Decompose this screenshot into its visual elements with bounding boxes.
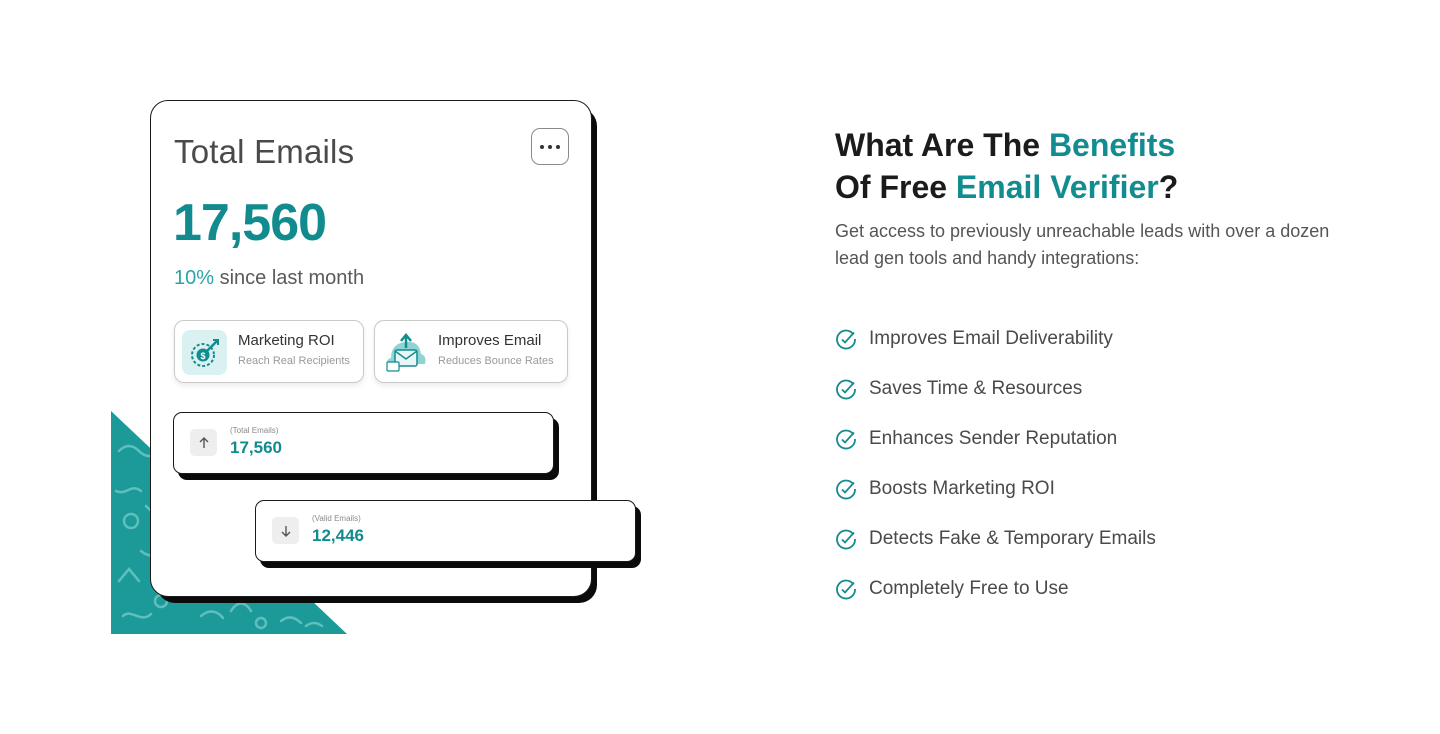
section-description: Get access to previously unreachable lea…: [835, 221, 1330, 268]
stat-valid-emails: (Valid Emails) 12,446: [255, 500, 636, 562]
section-heading: What Are The Benefits Of Free Email Veri…: [835, 124, 1395, 208]
target-dollar-icon: $: [182, 330, 227, 375]
benefits-list: Improves Email Deliverability Saves Time…: [835, 322, 1156, 622]
more-icon-dot: [556, 144, 560, 149]
stat-total-emails: (Total Emails) 17,560: [173, 412, 554, 474]
benefit-text: Boosts Marketing ROI: [869, 478, 1055, 499]
email-upload-icon: [382, 330, 427, 375]
feature-marketing-roi: $ Marketing ROI Reach Real Recipients: [174, 320, 364, 383]
heading-text: ?: [1158, 169, 1179, 205]
stat-label: (Valid Emails): [312, 514, 361, 523]
stat-value: 17,560: [230, 438, 282, 457]
list-item: Saves Time & Resources: [835, 372, 1156, 422]
list-item: Enhances Sender Reputation: [835, 422, 1156, 472]
benefit-text: Enhances Sender Reputation: [869, 428, 1118, 449]
svg-text:$: $: [200, 351, 205, 361]
total-emails-value: 17,560: [173, 194, 327, 252]
check-icon: [836, 329, 856, 350]
list-item: Improves Email Deliverability: [835, 322, 1156, 372]
list-item: Completely Free to Use: [835, 572, 1156, 622]
heading-highlight: Benefits: [1048, 127, 1176, 163]
check-icon: [836, 429, 856, 450]
stat-label: (Total Emails): [230, 426, 279, 435]
more-icon: [540, 144, 544, 149]
heading-text: Of Free: [835, 169, 956, 205]
list-item: Detects Fake & Temporary Emails: [835, 522, 1156, 572]
check-icon: [836, 579, 856, 600]
feature-subtitle: Reduces Bounce Rates: [438, 355, 554, 367]
arrow-up-icon: [190, 429, 217, 456]
list-item: Boosts Marketing ROI: [835, 472, 1156, 522]
more-icon-dot: [548, 144, 552, 149]
benefit-text: Detects Fake & Temporary Emails: [869, 528, 1156, 549]
arrow-down-icon: [272, 517, 299, 544]
heading-text: What Are The: [835, 127, 1049, 163]
feature-improves-email: Improves Email Reduces Bounce Rates: [374, 320, 568, 383]
benefit-text: Completely Free to Use: [869, 578, 1069, 599]
check-icon: [836, 479, 856, 500]
heading-highlight: Email Verifier: [955, 169, 1159, 205]
change-label: since last month: [219, 267, 365, 289]
heading-line-1: What Are The Benefits: [835, 124, 1395, 166]
stat-value: 12,446: [312, 526, 364, 545]
feature-title: Improves Email: [438, 332, 542, 349]
heading-line-2: Of Free Email Verifier?: [835, 166, 1395, 208]
more-options-button[interactable]: [531, 128, 569, 165]
change-text: 10% since last month: [174, 267, 364, 290]
change-percent: 10%: [174, 267, 215, 289]
check-icon: [836, 529, 856, 550]
benefit-text: Saves Time & Resources: [869, 378, 1083, 399]
check-icon: [836, 379, 856, 400]
feature-title: Marketing ROI: [238, 332, 335, 349]
feature-subtitle: Reach Real Recipients: [238, 355, 350, 367]
benefit-text: Improves Email Deliverability: [869, 328, 1113, 349]
card-title: Total Emails: [174, 133, 355, 170]
